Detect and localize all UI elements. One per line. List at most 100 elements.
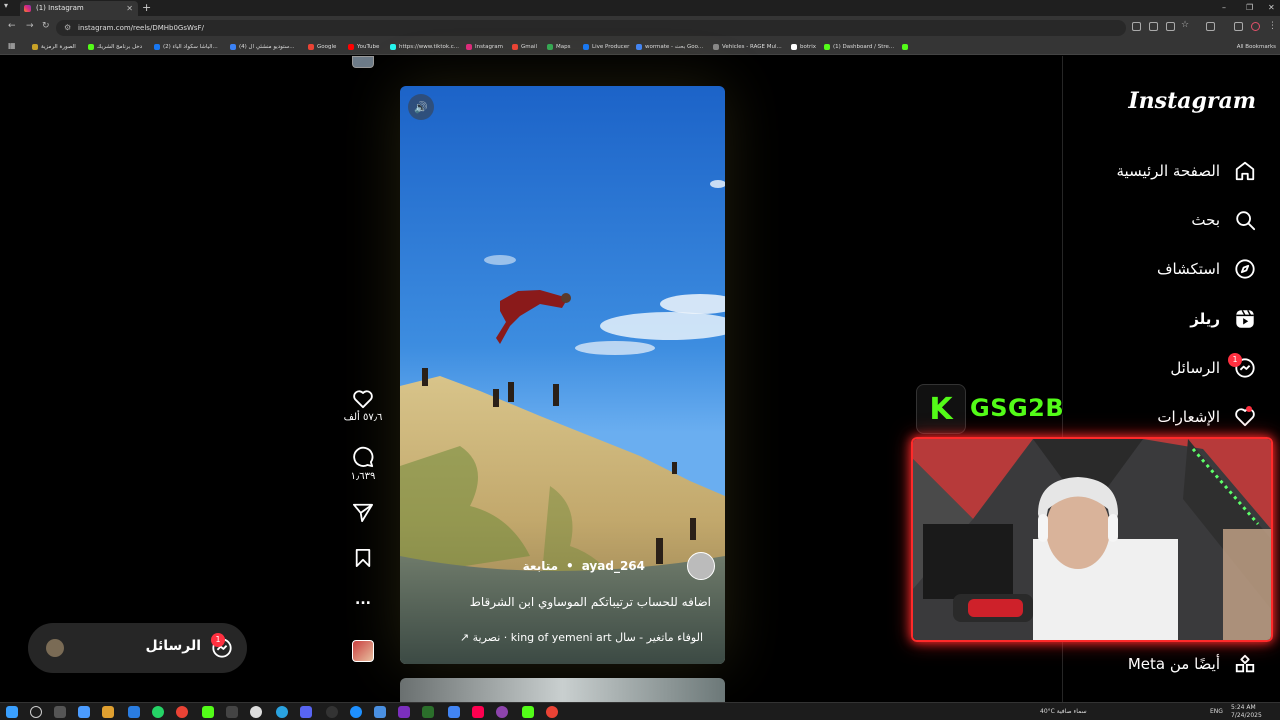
app-icon[interactable] — [374, 706, 386, 718]
back-icon[interactable]: ← — [8, 21, 16, 31]
screen: ▾ (1) Instagram ✕ + – ❐ ✕ ← → ↻ ⚙ instag… — [0, 0, 1280, 720]
bookmark-item[interactable]: YouTube — [348, 42, 379, 52]
comment-button[interactable]: ١٫٦٣٩ — [340, 446, 386, 482]
epic-games-icon[interactable] — [226, 706, 238, 718]
bookmark-item[interactable]: https://www.tiktok.c... — [390, 42, 459, 52]
reel-author-avatar[interactable] — [687, 552, 715, 580]
obs-icon[interactable] — [326, 706, 338, 718]
audio-thumbnail[interactable] — [352, 640, 374, 662]
bookmark-item[interactable]: الصورة الرمزية — [32, 42, 76, 52]
sound-toggle-button[interactable]: 🔊 — [408, 94, 434, 120]
copilot-icon[interactable] — [78, 706, 90, 718]
language-indicator[interactable]: ENG — [1210, 703, 1223, 720]
bookmark-item[interactable]: botrix — [791, 42, 816, 52]
instagram-logo[interactable]: Instagram — [1128, 88, 1256, 114]
discord-icon[interactable] — [300, 706, 312, 718]
reload-icon[interactable]: ↻ — [42, 21, 50, 31]
reel-author: ayad_264 • متابعة — [523, 559, 645, 573]
sidebar-item-reels[interactable]: ريلز — [1190, 305, 1258, 333]
share-button[interactable] — [340, 502, 386, 522]
bookmark-icon — [355, 549, 371, 567]
clock-date: 7/24/2025 — [1231, 712, 1262, 719]
bookmark-star-icon[interactable]: ☆ — [1181, 20, 1189, 30]
messages-badge: 1 — [211, 633, 225, 647]
premiere-icon[interactable] — [398, 706, 410, 718]
reel-frame — [400, 86, 725, 664]
bookmark-item[interactable]: Gmail — [512, 42, 537, 52]
sidebar-item-also-from-meta[interactable]: أيضًا من Meta — [1128, 650, 1258, 678]
forward-icon[interactable]: → — [26, 21, 34, 31]
chrome-icon[interactable] — [546, 706, 558, 718]
minimize-icon[interactable]: – — [1222, 0, 1226, 16]
messages-pill-label: الرسائل — [145, 638, 201, 654]
start-icon[interactable] — [6, 706, 18, 718]
apps-grid-icon[interactable]: ▦ — [8, 41, 16, 50]
address-bar[interactable]: ⚙ instagram.com/reels/DMHb0GsWsF/ — [56, 20, 1126, 36]
maximize-icon[interactable]: ❐ — [1246, 0, 1253, 16]
profile-icon[interactable] — [1251, 22, 1260, 31]
extensions-icon[interactable] — [1206, 22, 1215, 31]
tab-close-icon[interactable]: ✕ — [126, 1, 133, 16]
downloads-icon[interactable] — [1234, 22, 1243, 31]
app-icon[interactable] — [422, 706, 434, 718]
follow-button[interactable]: متابعة — [523, 559, 558, 573]
file-explorer-icon[interactable] — [102, 706, 114, 718]
bookmark-item[interactable]: (1) Dashboard / Stre... — [824, 42, 894, 52]
sidebar-item-search[interactable]: بحث — [1191, 206, 1258, 234]
home-icon — [1232, 158, 1258, 184]
task-view-icon[interactable] — [54, 706, 66, 718]
sidebar-item-label: الإشعارات — [1157, 408, 1220, 426]
tab-instagram[interactable]: (1) Instagram ✕ — [20, 1, 138, 16]
edge-icon[interactable] — [128, 706, 140, 718]
telegram-icon[interactable] — [276, 706, 288, 718]
github-icon[interactable] — [250, 706, 262, 718]
sidebar-item-notifications[interactable]: الإشعارات — [1157, 403, 1258, 431]
zoom-icon[interactable] — [1166, 22, 1175, 31]
bookmark-item[interactable]: wormate - بحث Goo... — [636, 42, 703, 52]
save-button[interactable] — [340, 548, 386, 568]
chrome-icon[interactable] — [176, 706, 188, 718]
bookmark-item[interactable]: Vehicles - RAGE Mul... — [713, 42, 782, 52]
close-window-icon[interactable]: ✕ — [1268, 0, 1275, 16]
search-icon[interactable] — [30, 706, 42, 718]
messages-badge: 1 — [1228, 353, 1242, 367]
like-count: ٥٧٫٦ ألف — [343, 412, 383, 423]
like-button[interactable]: ٥٧٫٦ ألف — [340, 389, 386, 423]
site-info-icon[interactable]: ⚙ — [64, 20, 71, 36]
bookmark-item[interactable]: Live Producer — [583, 42, 629, 52]
instagram-page: 🔊 ayad_264 • متابعة اضافه للحساب ترتيبات… — [0, 56, 1280, 708]
cast-icon[interactable] — [1132, 22, 1141, 31]
app-icon[interactable] — [448, 706, 460, 718]
tiktok-icon[interactable] — [472, 706, 484, 718]
kick-icon[interactable] — [202, 706, 214, 718]
previous-reel-avatar[interactable] — [352, 56, 374, 68]
bookmark-item[interactable]: Instagram — [466, 42, 503, 52]
all-bookmarks[interactable]: All Bookmarks — [1237, 42, 1276, 52]
menu-icon[interactable]: ⋮ — [1268, 21, 1277, 31]
notification-dot — [1246, 406, 1252, 412]
bookmark-item[interactable]: (4) ستوديو منشئي ال... — [230, 42, 295, 52]
whatsapp-icon[interactable] — [152, 706, 164, 718]
reel-username[interactable]: ayad_264 — [582, 559, 645, 573]
bookmark-item[interactable]: Maps — [547, 42, 570, 52]
reels-icon — [1232, 306, 1258, 332]
sidebar-item-explore[interactable]: استكشاف — [1157, 255, 1258, 283]
tab-search-icon[interactable]: ▾ — [4, 1, 8, 10]
app-icon[interactable] — [496, 706, 508, 718]
sidebar-item-home[interactable]: الصفحة الرئيسية — [1117, 157, 1259, 185]
kick-icon[interactable] — [522, 706, 534, 718]
translate-icon[interactable] — [1149, 22, 1158, 31]
weather-status[interactable]: 40°C سماء صافية — [1040, 703, 1087, 720]
bookmark-item[interactable]: Google — [308, 42, 336, 52]
bookmark-item[interactable]: (2) الياشا سكواد الياء... — [154, 42, 218, 52]
reel-video[interactable]: 🔊 ayad_264 • متابعة اضافه للحساب ترتيبات… — [400, 86, 725, 664]
more-options-button[interactable]: ... — [340, 592, 386, 608]
sidebar-item-messages[interactable]: 1 الرسائل — [1170, 353, 1258, 382]
clock[interactable]: 5:24 AM 7/24/2025 — [1231, 704, 1262, 720]
taskbar: 40°C سماء صافية ENG 5:24 AM 7/24/2025 — [0, 702, 1280, 720]
bookmark-item[interactable]: دخل برنامج الشريك — [88, 42, 142, 52]
messages-pill[interactable]: الرسائل 1 — [28, 623, 247, 673]
new-tab-button[interactable]: + — [142, 0, 151, 15]
steam-icon[interactable] — [350, 706, 362, 718]
reel-audio-link[interactable]: الوفاء ماتغير - سال king of yemeni art ·… — [460, 631, 703, 644]
